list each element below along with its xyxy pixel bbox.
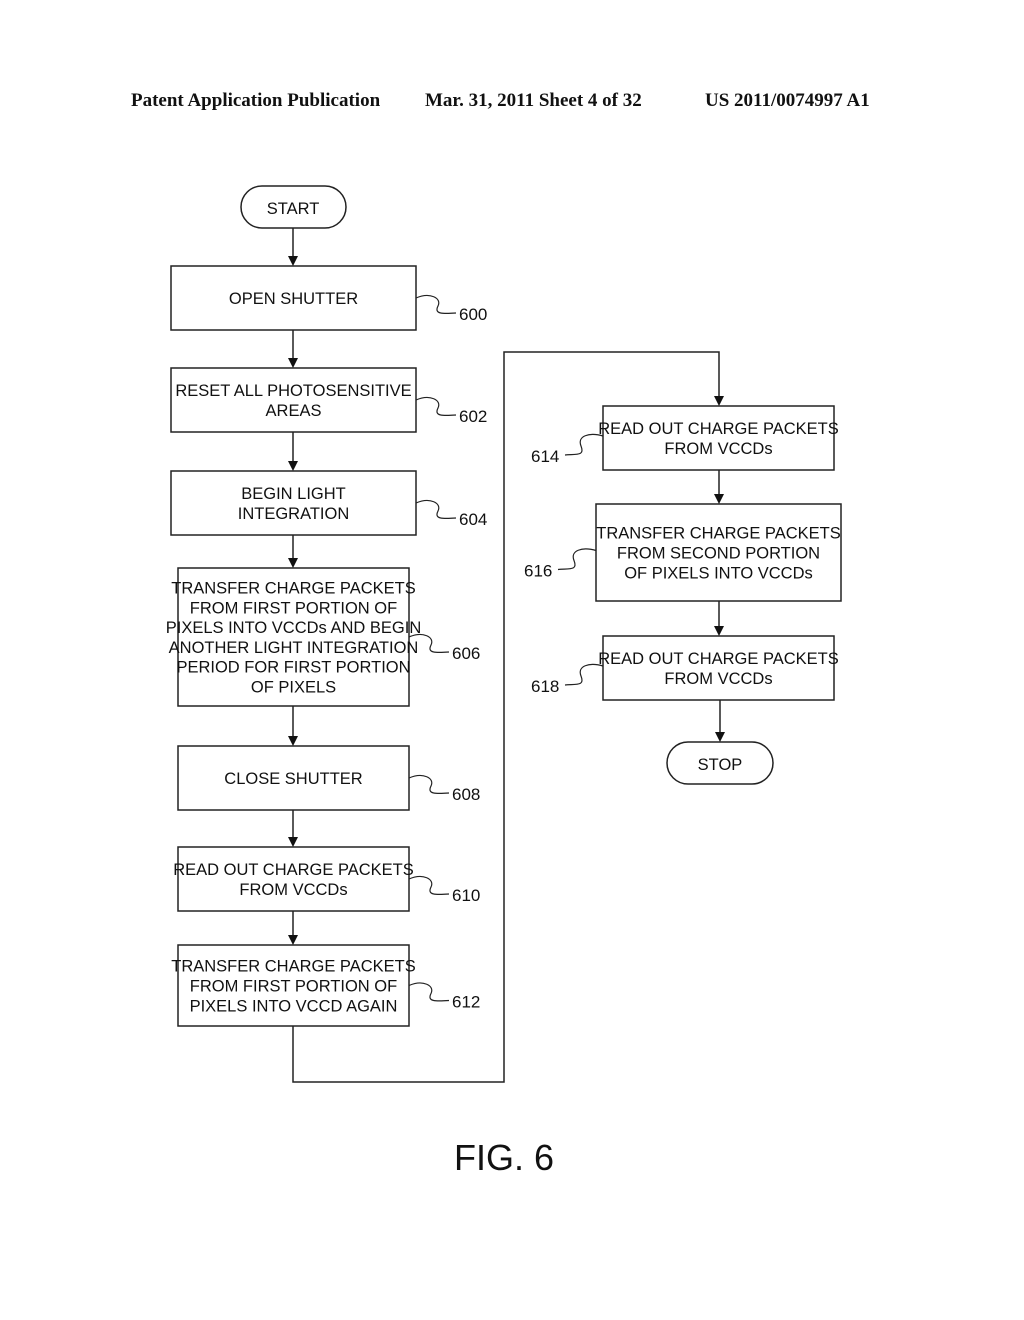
step-606: TRANSFER CHARGE PACKETSFROM FIRST PORTIO… — [166, 567, 480, 707]
arrowhead-icon — [714, 626, 724, 636]
step-616: TRANSFER CHARGE PACKETS FROM SECOND PORTI… — [524, 503, 842, 602]
step-text-line: FROM VCCDs — [664, 440, 772, 458]
step-618: READ OUT CHARGE PACKETS FROM VCCDs 618 — [531, 635, 839, 701]
step-608: CLOSE SHUTTER 608 — [177, 745, 480, 811]
step-text-line: OPEN SHUTTER — [229, 290, 358, 308]
step-text-line: READ OUT CHARGE PACKETS — [598, 420, 839, 438]
reference-numeral: 606 — [452, 644, 480, 663]
reference-numeral: 616 — [524, 562, 552, 581]
stop-label: STOP — [698, 756, 743, 774]
step-text-line: FROM VCCDs — [239, 881, 347, 899]
reference-numeral: 602 — [459, 407, 487, 426]
step-text-line: READ OUT CHARGE PACKETS — [173, 861, 414, 879]
arrowhead-icon — [715, 732, 725, 742]
leader-line — [557, 548, 597, 571]
step-604: BEGIN LIGHT INTEGRATION 604 — [170, 470, 487, 536]
step-text-line: TRANSFER CHARGE PACKETS — [596, 525, 840, 543]
arrowhead-icon — [288, 935, 298, 945]
step-text-line: OF PIXELS — [251, 679, 336, 697]
step-text-line: TRANSFER CHARGE PACKETS — [171, 958, 415, 976]
figure-label: FIG. 6 — [454, 1137, 554, 1178]
step-text-line: AREAS — [266, 402, 322, 420]
step-610: READ OUT CHARGE PACKETS FROM VCCDs 610 — [173, 846, 480, 912]
arrowhead-icon — [288, 358, 298, 368]
flowchart: START STOP OPEN SHUTTER 600 RESET ALL PHOT… — [166, 185, 842, 1178]
step-text-line: INTEGRATION — [238, 505, 350, 523]
reference-numeral: 614 — [531, 447, 559, 466]
step-text-line: PIXELS INTO VCCDs AND BEGIN — [166, 619, 422, 637]
reference-numeral: 612 — [452, 993, 480, 1012]
arrowhead-icon — [714, 396, 724, 406]
leader-line — [415, 499, 457, 520]
step-614: READ OUT CHARGE PACKETS FROM VCCDs 614 — [531, 405, 839, 471]
arrowhead-icon — [288, 256, 298, 266]
arrowhead-icon — [288, 736, 298, 746]
leader-line — [415, 294, 457, 315]
leader-line — [408, 774, 450, 795]
step-text-line: FROM FIRST PORTION OF — [190, 599, 397, 617]
stop-terminal: STOP — [666, 741, 774, 785]
step-text-line: TRANSFER CHARGE PACKETS — [171, 580, 415, 598]
arrowhead-icon — [288, 558, 298, 568]
step-text-line: FROM SECOND PORTION — [617, 545, 820, 563]
start-label: START — [267, 200, 320, 218]
step-text-line: BEGIN LIGHT — [241, 485, 346, 503]
leader-line — [408, 982, 450, 1002]
step-text-line: READ OUT CHARGE PACKETS — [598, 650, 839, 668]
reference-numeral: 610 — [452, 886, 480, 905]
step-602: RESET ALL PHOTOSENSITIVE AREAS 602 — [170, 367, 487, 433]
step-text-line: ANOTHER LIGHT INTEGRATION — [169, 639, 419, 657]
leader-line — [408, 875, 450, 896]
step-612: TRANSFER CHARGE PACKETS FROM FIRST PORTIO… — [171, 944, 480, 1027]
reference-numeral: 600 — [459, 305, 487, 324]
reference-numeral: 608 — [452, 785, 480, 804]
step-text-line: OF PIXELS INTO VCCDs — [624, 564, 813, 582]
step-text-line: RESET ALL PHOTOSENSITIVE — [175, 382, 411, 400]
arrowhead-icon — [288, 461, 298, 471]
leader-line — [415, 396, 457, 417]
step-text-line: CLOSE SHUTTER — [224, 770, 363, 788]
reference-numeral: 618 — [531, 677, 559, 696]
arrowhead-icon — [714, 494, 724, 504]
step-text-line: PERIOD FOR FIRST PORTION — [176, 659, 410, 677]
reference-numeral: 604 — [459, 510, 487, 529]
start-terminal: START — [240, 185, 347, 229]
arrowhead-icon — [288, 837, 298, 847]
step-600: OPEN SHUTTER 600 — [170, 265, 487, 331]
step-text-line: PIXELS INTO VCCD AGAIN — [190, 997, 398, 1015]
step-text-line: FROM FIRST PORTION OF — [190, 978, 397, 996]
step-text-line: FROM VCCDs — [664, 670, 772, 688]
